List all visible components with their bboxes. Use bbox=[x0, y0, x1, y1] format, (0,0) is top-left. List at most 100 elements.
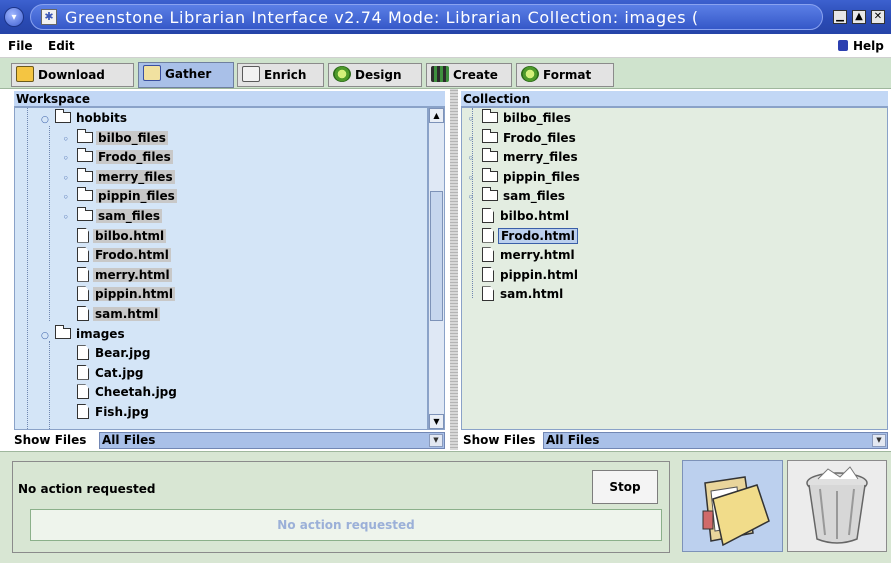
tree-item-label: bilbo.html bbox=[93, 228, 167, 243]
tab-create[interactable]: Create bbox=[426, 63, 512, 87]
tree-file-pippin-html[interactable]: pippin.html bbox=[63, 286, 175, 303]
collapsed-node-icon[interactable]: ◦ bbox=[468, 190, 480, 207]
menu-bar: File Edit Help bbox=[0, 34, 891, 58]
tree-item-label: Cheetah.jpg bbox=[95, 385, 177, 400]
tree-item-label: bilbo_files bbox=[503, 111, 571, 125]
download-icon bbox=[16, 66, 34, 82]
collapsed-node-icon[interactable]: ◦ bbox=[468, 112, 480, 129]
tab-gather[interactable]: Gather bbox=[138, 62, 234, 88]
tree-file-pippin-html[interactable]: pippin.html bbox=[468, 266, 580, 284]
collapsed-node-icon[interactable]: ◦ bbox=[63, 151, 75, 168]
tree-folder-merry-files[interactable]: ◦ merry_files bbox=[468, 148, 580, 168]
tree-item-label: Cat.jpg bbox=[95, 365, 144, 380]
tree-file-merry-html[interactable]: merry.html bbox=[468, 247, 577, 264]
tab-enrich-label: Enrich bbox=[264, 68, 307, 82]
menu-edit[interactable]: Edit bbox=[48, 39, 75, 53]
tree-file-bilbo-html[interactable]: bilbo.html bbox=[468, 208, 571, 225]
tree-item-label: pippin_files bbox=[503, 169, 580, 184]
collapsed-node-icon[interactable]: ◦ bbox=[63, 132, 75, 149]
tree-folder-sam-files[interactable]: ◦ sam_files bbox=[468, 187, 567, 207]
delete-button[interactable] bbox=[787, 460, 887, 552]
tree-item-label: pippin_files bbox=[96, 189, 177, 204]
app-icon: ✱ bbox=[41, 9, 57, 25]
tree-file-bilbo-html[interactable]: bilbo.html bbox=[63, 227, 167, 245]
tree-folder-frodo-files[interactable]: ◦ Frodo_files bbox=[63, 148, 173, 168]
tree-file-fish-jpg[interactable]: Fish.jpg bbox=[63, 404, 151, 421]
collection-show-files-label: Show Files bbox=[463, 433, 536, 447]
tree-file-merry-html[interactable]: merry.html bbox=[63, 266, 172, 284]
file-icon bbox=[482, 266, 494, 282]
tree-folder-pippin-files[interactable]: ◦ pippin_files bbox=[63, 187, 177, 207]
close-icon[interactable]: ✕ bbox=[871, 10, 885, 24]
title-pill[interactable]: ✱ Greenstone Librarian Interface v2.74 M… bbox=[30, 4, 823, 30]
collapsed-node-icon[interactable]: ◦ bbox=[468, 151, 480, 168]
tree-file-frodo-html[interactable]: Frodo.html bbox=[468, 227, 578, 245]
window-menu-icon[interactable]: ▾ bbox=[4, 7, 24, 27]
collapsed-node-icon[interactable]: ◦ bbox=[63, 171, 75, 188]
tree-item-label: sam.html bbox=[500, 287, 564, 302]
tab-design[interactable]: Design bbox=[328, 63, 422, 87]
workspace-show-files-select[interactable]: All Files ▼ bbox=[99, 432, 445, 449]
workspace-tree[interactable]: ○ hobbits ◦ bilbo_files ◦ Frodo_files ◦ merry_f… bbox=[14, 107, 428, 430]
folder-icon bbox=[55, 109, 71, 123]
expanded-node-icon[interactable]: ○ bbox=[41, 328, 53, 345]
collection-tree[interactable]: ◦ bilbo_files ◦ Frodo_files ◦ merry_files ◦ pip… bbox=[461, 107, 888, 430]
tree-file-frodo-html[interactable]: Frodo.html bbox=[63, 247, 171, 264]
tree-item-label: Bear.jpg bbox=[95, 346, 151, 361]
panel-splitter[interactable] bbox=[450, 89, 458, 450]
tree-file-sam-html[interactable]: sam.html bbox=[63, 306, 161, 323]
stop-button[interactable]: Stop bbox=[592, 470, 658, 504]
tree-folder-images[interactable]: ○ images bbox=[41, 324, 127, 345]
folder-icon bbox=[77, 167, 93, 182]
workspace-scrollbar[interactable]: ▲ ▼ bbox=[428, 107, 445, 430]
tree-file-cheetah-jpg[interactable]: Cheetah.jpg bbox=[63, 384, 179, 401]
tree-file-sam-html[interactable]: sam.html bbox=[468, 286, 565, 303]
tree-file-cat-jpg[interactable]: Cat.jpg bbox=[63, 364, 146, 382]
collapsed-node-icon[interactable]: ◦ bbox=[63, 210, 75, 227]
tree-file-bear-jpg[interactable]: Bear.jpg bbox=[63, 345, 152, 362]
workspace-show-files-label: Show Files bbox=[14, 433, 87, 447]
menu-help[interactable]: Help bbox=[853, 39, 884, 53]
window-title: Greenstone Librarian Interface v2.74 Mod… bbox=[65, 8, 699, 27]
tab-download[interactable]: Download bbox=[11, 63, 134, 87]
design-icon bbox=[333, 66, 351, 82]
scroll-down-icon[interactable]: ▼ bbox=[429, 414, 444, 429]
tree-folder-pippin-files[interactable]: ◦ pippin_files bbox=[468, 167, 582, 188]
tree-folder-hobbits[interactable]: ○ hobbits bbox=[41, 109, 129, 129]
tree-item-label: Frodo.html bbox=[498, 227, 578, 244]
tree-folder-sam-files[interactable]: ◦ sam_files bbox=[63, 207, 163, 227]
folder-icon bbox=[482, 167, 498, 182]
file-icon bbox=[77, 286, 89, 302]
tab-format[interactable]: Format bbox=[516, 63, 614, 87]
tree-folder-bilbo-files[interactable]: ◦ bilbo_files bbox=[468, 109, 573, 129]
tab-download-label: Download bbox=[38, 68, 105, 82]
expanded-node-icon[interactable]: ○ bbox=[41, 112, 53, 129]
collapsed-node-icon[interactable]: ◦ bbox=[468, 132, 480, 149]
collapsed-node-icon[interactable]: ◦ bbox=[468, 171, 480, 188]
tree-item-label: bilbo.html bbox=[500, 209, 570, 223]
minimize-icon[interactable]: ▁ bbox=[833, 10, 847, 24]
tree-item-label: Frodo.html bbox=[93, 248, 171, 263]
help-icon[interactable] bbox=[838, 40, 848, 51]
new-folder-button[interactable] bbox=[682, 460, 783, 552]
file-icon bbox=[482, 286, 494, 302]
tree-folder-frodo-files[interactable]: ◦ Frodo_files bbox=[468, 128, 578, 149]
tree-connector bbox=[49, 341, 50, 429]
tree-item-label: hobbits bbox=[76, 111, 127, 125]
scroll-up-icon[interactable]: ▲ bbox=[429, 108, 444, 123]
create-icon bbox=[431, 66, 449, 82]
file-icon bbox=[482, 208, 494, 223]
menu-file[interactable]: File bbox=[8, 39, 33, 53]
tree-item-label: pippin.html bbox=[500, 267, 578, 282]
tree-folder-merry-files[interactable]: ◦ merry_files bbox=[63, 167, 175, 188]
chevron-down-icon[interactable]: ▼ bbox=[872, 434, 886, 447]
file-icon bbox=[77, 306, 89, 321]
scroll-thumb[interactable] bbox=[430, 191, 443, 321]
maximize-icon[interactable]: ▲ bbox=[852, 10, 866, 24]
tab-enrich[interactable]: Enrich bbox=[237, 63, 324, 87]
file-icon bbox=[77, 266, 89, 282]
collapsed-node-icon[interactable]: ◦ bbox=[63, 190, 75, 207]
collection-show-files-select[interactable]: All Files ▼ bbox=[543, 432, 888, 449]
tree-folder-bilbo-files[interactable]: ◦ bilbo_files bbox=[63, 128, 168, 149]
chevron-down-icon[interactable]: ▼ bbox=[429, 434, 443, 447]
